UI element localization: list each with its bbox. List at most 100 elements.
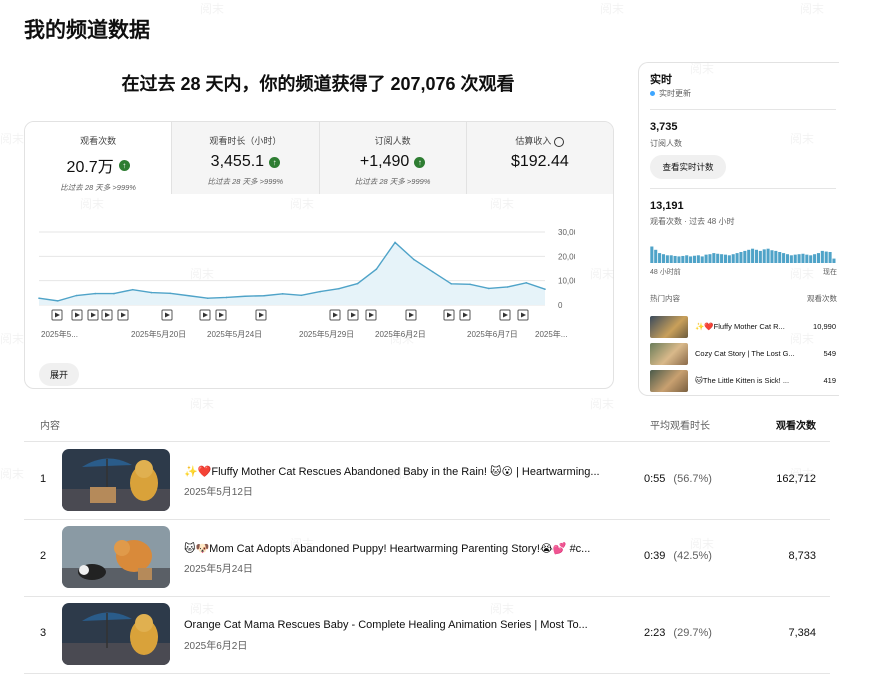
data-point[interactable] [94, 292, 97, 295]
realtime-bar[interactable] [754, 249, 758, 263]
realtime-bar[interactable] [793, 254, 797, 263]
realtime-bar[interactable] [774, 250, 778, 263]
realtime-bar[interactable] [696, 255, 700, 263]
data-point[interactable] [394, 241, 396, 244]
realtime-bar[interactable] [809, 255, 813, 263]
realtime-bar[interactable] [704, 254, 708, 263]
realtime-bar[interactable] [813, 254, 817, 263]
metric-tab-revenue[interactable]: 估算收入 $192.44 [465, 122, 613, 194]
data-point[interactable] [356, 282, 359, 285]
video-upload-marker[interactable] [51, 309, 63, 321]
realtime-bar[interactable] [801, 253, 805, 263]
realtime-bar[interactable] [816, 253, 820, 263]
realtime-bar[interactable] [770, 250, 774, 263]
column-avg-view-duration[interactable]: 平均观看时长 [650, 417, 710, 432]
realtime-bar[interactable] [828, 252, 832, 263]
view-realtime-count-button[interactable]: 查看实时计数 [650, 155, 726, 179]
expand-button[interactable]: 展开 [39, 363, 79, 386]
popular-item[interactable]: 🐱The Little Kitten is Sick! ... 419 [650, 370, 836, 392]
data-point[interactable] [544, 288, 546, 290]
realtime-bar[interactable] [739, 252, 743, 263]
video-upload-marker[interactable] [117, 309, 129, 321]
video-upload-marker[interactable] [161, 309, 173, 321]
video-upload-marker[interactable] [199, 309, 211, 321]
data-point[interactable] [75, 294, 78, 297]
data-point[interactable] [281, 293, 284, 295]
data-point[interactable] [150, 291, 153, 294]
table-row[interactable]: 3 Orange Cat Mama Rescues Baby - Complet… [24, 596, 830, 674]
realtime-bar[interactable] [766, 248, 770, 263]
video-upload-marker[interactable] [443, 309, 455, 321]
data-point[interactable] [188, 294, 190, 297]
realtime-bar[interactable] [731, 254, 735, 263]
realtime-bar[interactable] [747, 249, 751, 263]
video-thumbnail[interactable] [62, 603, 170, 665]
realtime-bar[interactable] [673, 255, 677, 263]
realtime-bar[interactable] [735, 253, 739, 263]
video-upload-marker[interactable] [347, 309, 359, 321]
metric-tab-watch-time[interactable]: 观看时长（小时） 3,455.1 ↑ 比过去 28 天多 >999% [171, 122, 319, 194]
data-point[interactable] [413, 258, 415, 261]
realtime-bar[interactable] [832, 258, 836, 263]
realtime-bar[interactable] [758, 250, 762, 263]
data-point[interactable] [506, 286, 509, 288]
data-point[interactable] [113, 292, 115, 295]
video-title[interactable]: ✨❤️Fluffy Mother Cat Rescues Abandoned B… [184, 465, 614, 478]
realtime-bar[interactable] [677, 256, 681, 263]
data-point[interactable] [338, 287, 340, 290]
metric-tab-subscribers[interactable]: 订阅人数 +1,490 ↑ 比过去 28 天多 >999% [318, 122, 466, 194]
popular-item[interactable]: Cozy Cat Story | The Lost G... 549 [650, 343, 836, 365]
realtime-bar[interactable] [669, 255, 673, 263]
realtime-bar[interactable] [689, 256, 693, 263]
data-point[interactable] [56, 300, 59, 302]
video-title[interactable]: 🐱🐶Mom Cat Adopts Abandoned Puppy! Heartw… [184, 542, 614, 555]
video-thumbnail[interactable] [62, 449, 170, 511]
video-thumbnail[interactable] [62, 526, 170, 588]
realtime-bar[interactable] [797, 254, 801, 263]
data-point[interactable] [469, 283, 471, 286]
data-point[interactable] [450, 283, 453, 285]
video-upload-marker[interactable] [255, 309, 267, 321]
video-upload-marker[interactable] [499, 309, 511, 321]
metric-tab-views[interactable]: 观看次数 20.7万 ↑ 比过去 28 天多 >999% [25, 122, 172, 194]
realtime-bar[interactable] [661, 254, 665, 263]
realtime-bar[interactable] [716, 253, 720, 263]
video-upload-marker[interactable] [329, 309, 341, 321]
data-point[interactable] [375, 268, 378, 271]
realtime-bar[interactable] [658, 253, 662, 263]
realtime-bar[interactable] [685, 255, 689, 263]
video-upload-marker[interactable] [101, 309, 113, 321]
data-point[interactable] [38, 297, 40, 299]
realtime-bar[interactable] [720, 254, 724, 263]
popular-item[interactable]: ✨❤️Fluffy Mother Cat R... 10,990 [650, 316, 836, 338]
data-point[interactable] [225, 296, 228, 299]
column-views[interactable]: 观看次数 [776, 417, 816, 432]
realtime-bar[interactable] [723, 254, 727, 263]
data-point[interactable] [300, 294, 303, 297]
data-point[interactable] [206, 297, 209, 299]
realtime-bar[interactable] [700, 256, 704, 263]
video-title[interactable]: Orange Cat Mama Rescues Baby - Complete … [184, 619, 614, 631]
realtime-bar[interactable] [692, 255, 696, 263]
realtime-bar[interactable] [650, 246, 654, 264]
data-point[interactable] [263, 294, 265, 297]
realtime-bar[interactable] [789, 255, 793, 263]
video-upload-marker[interactable] [215, 309, 227, 321]
table-row[interactable]: 1 ✨❤️Fluffy Mother Cat Rescues Abandoned… [24, 442, 830, 520]
realtime-bar[interactable] [712, 253, 716, 263]
realtime-bar[interactable] [762, 249, 766, 263]
realtime-bar[interactable] [665, 255, 669, 263]
realtime-bar[interactable] [782, 253, 786, 263]
data-point[interactable] [169, 292, 171, 295]
video-upload-marker[interactable] [365, 309, 377, 321]
data-point[interactable] [131, 288, 134, 291]
realtime-bar[interactable] [805, 254, 809, 263]
table-row[interactable]: 2 🐱🐶Mom Cat Adopts Abandoned Puppy! Hear… [24, 519, 830, 597]
data-point[interactable] [525, 282, 528, 284]
data-point[interactable] [487, 287, 490, 290]
video-upload-marker[interactable] [517, 309, 529, 321]
data-point[interactable] [431, 270, 434, 273]
realtime-bar[interactable] [654, 249, 658, 263]
video-upload-marker[interactable] [71, 309, 83, 321]
realtime-bar[interactable] [708, 254, 712, 263]
